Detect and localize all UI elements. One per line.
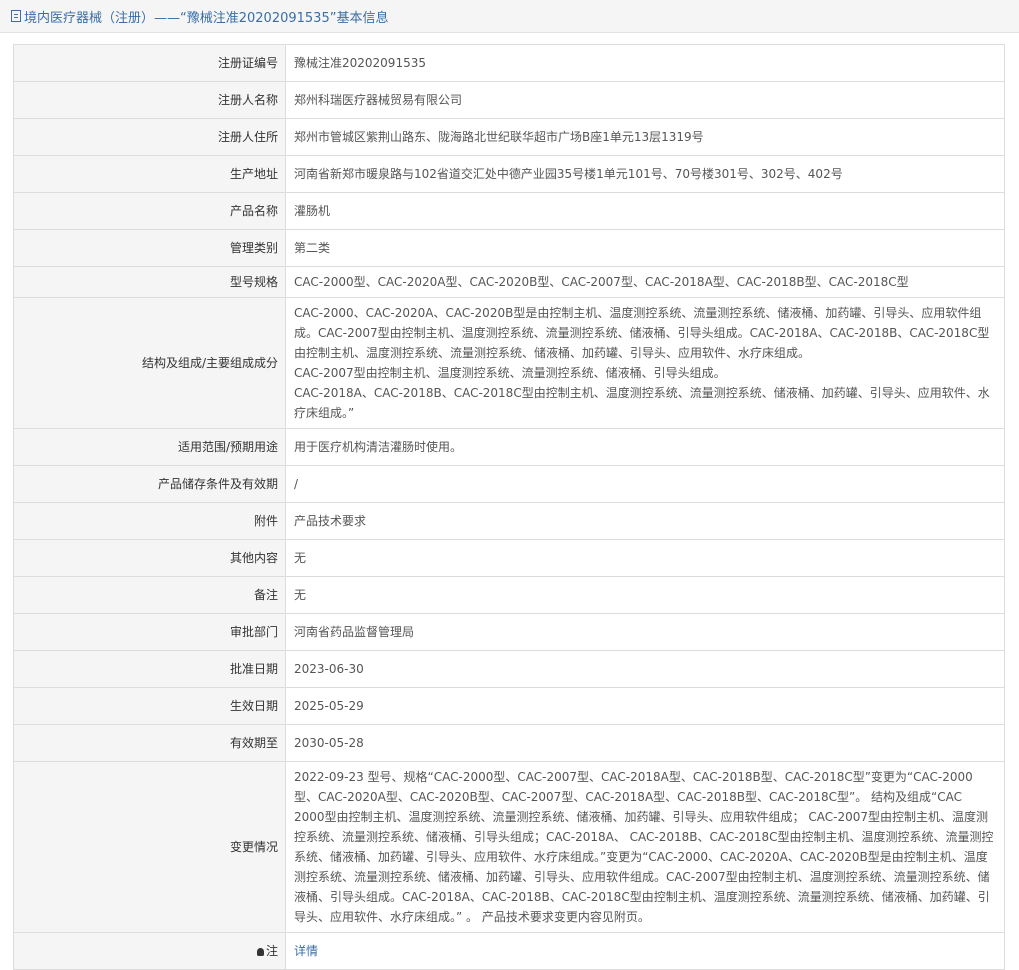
info-row: 产品储存条件及有效期 / <box>13 465 1005 503</box>
info-row: 型号规格 CAC-2000型、CAC-2020A型、CAC-2020B型、CAC-… <box>13 266 1005 298</box>
field-label: 型号规格 <box>13 266 286 298</box>
page-header: 境内医疗器械（注册）——“豫械注准20202091535”基本信息 <box>0 0 1019 33</box>
field-value: 灌肠机 <box>285 192 1005 230</box>
field-value: 产品技术要求 <box>285 502 1005 540</box>
field-value: 无 <box>285 576 1005 614</box>
bulb-icon <box>256 948 264 956</box>
field-label: 变更情况 <box>13 761 286 933</box>
info-row: 适用范围/预期用途 用于医疗机构清洁灌肠时使用。 <box>13 428 1005 466</box>
info-row: 注册证编号 豫械注准20202091535 <box>13 44 1005 82</box>
info-table: 注册证编号 豫械注准20202091535 注册人名称 郑州科瑞医疗器械贸易有限公司注… <box>13 44 1005 970</box>
field-value: 豫械注准20202091535 <box>285 44 1005 82</box>
field-value: 第二类 <box>285 229 1005 267</box>
field-value: 无 <box>285 539 1005 577</box>
info-row: 其他内容无 <box>13 539 1005 577</box>
field-value: 河南省药品监督管理局 <box>285 613 1005 651</box>
field-label: 产品名称 <box>13 192 286 230</box>
field-value: 河南省新郑市暖泉路与102省道交汇处中德产业园35号楼1单元101号、70号楼3… <box>285 155 1005 193</box>
document-icon <box>11 10 21 22</box>
field-label: 生效日期 <box>13 687 286 725</box>
field-label: 注册人名称 <box>13 81 286 119</box>
field-value: / <box>285 465 1005 503</box>
field-label: 批准日期 <box>13 650 286 688</box>
info-row: 批准日期 2023-06-30 <box>13 650 1005 688</box>
note-row: 注 详情 <box>13 932 1005 970</box>
detail-cell: 详情 <box>285 932 1005 970</box>
note-label: 注 <box>13 932 286 970</box>
detail-link[interactable]: 详情 <box>294 944 318 958</box>
field-value: 2023-06-30 <box>285 650 1005 688</box>
field-label: 适用范围/预期用途 <box>13 428 286 466</box>
field-value: CAC-2000型、CAC-2020A型、CAC-2020B型、CAC-2007… <box>285 266 1005 298</box>
info-table-body: 注册证编号 豫械注准20202091535 注册人名称 郑州科瑞医疗器械贸易有限公司注… <box>13 44 1005 933</box>
info-row: 管理类别 第二类 <box>13 229 1005 267</box>
field-value: CAC-2000、CAC-2020A、CAC-2020B型是由控制主机、温度测控… <box>285 297 1005 429</box>
field-value: 郑州市管城区紫荆山路东、陇海路北世纪联华超市广场B座1单元13层1319号 <box>285 118 1005 156</box>
info-row: 注册人名称 郑州科瑞医疗器械贸易有限公司 <box>13 81 1005 119</box>
info-row: 审批部门 河南省药品监督管理局 <box>13 613 1005 651</box>
info-row: 注册人住所 郑州市管城区紫荆山路东、陇海路北世纪联华超市广场B座1单元13层131… <box>13 118 1005 156</box>
field-label: 管理类别 <box>13 229 286 267</box>
field-label: 有效期至 <box>13 724 286 762</box>
info-row: 变更情况 2022-09-23 型号、规格“CAC-2000型、CAC-2007型… <box>13 761 1005 933</box>
field-value: 2025-05-29 <box>285 687 1005 725</box>
info-row: 备注无 <box>13 576 1005 614</box>
field-label: 注册证编号 <box>13 44 286 82</box>
field-label: 审批部门 <box>13 613 286 651</box>
info-row: 附件 产品技术要求 <box>13 502 1005 540</box>
info-row: 生产地址 河南省新郑市暖泉路与102省道交汇处中德产业园35号楼1单元101号、7… <box>13 155 1005 193</box>
field-label: 附件 <box>13 502 286 540</box>
info-row: 产品名称 灌肠机 <box>13 192 1005 230</box>
page-title: 境内医疗器械（注册）——“豫械注准20202091535”基本信息 <box>24 10 389 26</box>
field-label: 结构及组成/主要组成成分 <box>13 297 286 429</box>
info-row: 结构及组成/主要组成成分 CAC-2000、CAC-2020A、CAC-2020B… <box>13 297 1005 429</box>
field-label: 生产地址 <box>13 155 286 193</box>
field-label: 产品储存条件及有效期 <box>13 465 286 503</box>
info-container: 注册证编号 豫械注准20202091535 注册人名称 郑州科瑞医疗器械贸易有限公司注… <box>0 33 1019 970</box>
info-row: 生效日期 2025-05-29 <box>13 687 1005 725</box>
field-value: 2022-09-23 型号、规格“CAC-2000型、CAC-2007型、CAC… <box>285 761 1005 933</box>
field-value: 郑州科瑞医疗器械贸易有限公司 <box>285 81 1005 119</box>
info-row: 有效期至 2030-05-28 <box>13 724 1005 762</box>
field-value: 2030-05-28 <box>285 724 1005 762</box>
field-label: 其他内容 <box>13 539 286 577</box>
field-value: 用于医疗机构清洁灌肠时使用。 <box>285 428 1005 466</box>
field-label: 备注 <box>13 576 286 614</box>
field-label: 注册人住所 <box>13 118 286 156</box>
